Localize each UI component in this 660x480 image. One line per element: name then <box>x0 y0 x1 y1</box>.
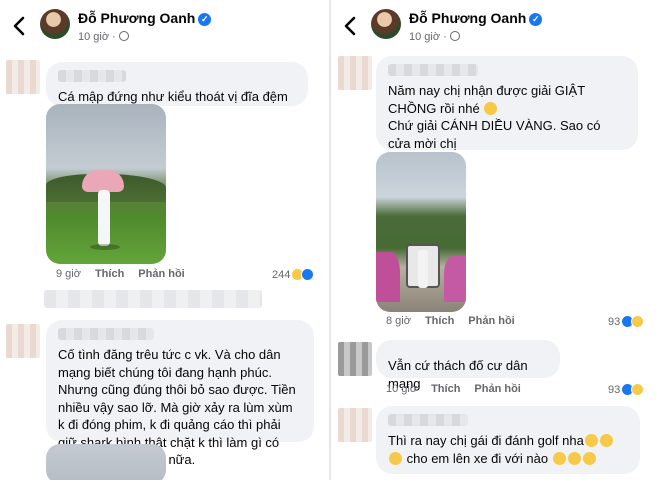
blurred-content <box>44 290 262 308</box>
laughing-emoji-icon <box>599 434 613 447</box>
comment-text: Thì ra nay chị gái đi đánh golf nha cho … <box>388 432 628 467</box>
laughing-emoji-icon <box>582 451 596 465</box>
globe-icon <box>449 31 460 41</box>
commenter-avatar[interactable] <box>338 342 372 376</box>
commenter-avatar[interactable] <box>338 408 372 442</box>
haha-reaction-icon <box>631 315 645 328</box>
post-header: Đỗ Phương Oanh ✓ 10 giờ · <box>0 0 329 52</box>
comment-meta: 9 giờ Thích Phản hồi <box>56 268 199 280</box>
like-link[interactable]: Thích <box>95 268 124 280</box>
comment-meta: 8 giờ Thích Phản hồi <box>386 315 529 327</box>
commenter-name-blurred[interactable] <box>388 414 468 426</box>
reaction-summary[interactable]: 93 <box>608 383 645 396</box>
reaction-count: 93 <box>608 383 621 396</box>
laughing-emoji-icon <box>567 451 581 465</box>
commenter-avatar[interactable] <box>6 60 40 94</box>
reaction-count: 93 <box>608 315 621 328</box>
comment-text: Năm nay chị nhận được giải GIẬT CHỒNG rồ… <box>388 83 585 116</box>
verified-badge-icon: ✓ <box>198 13 212 26</box>
reaction-count: 244 <box>272 268 291 281</box>
commenter-name-blurred[interactable] <box>58 70 126 82</box>
comment-bubble: Cá mập đứng như kiểu thoát vị đĩa đệm ý … <box>46 62 308 122</box>
photo-shadow <box>90 244 120 250</box>
comment-meta: 10 giờ Thích Phản hồi <box>386 383 535 395</box>
comment-bubble: Cố tình đăng trêu tức c vk. Và cho dân m… <box>46 320 314 467</box>
photo-flowers <box>376 252 400 302</box>
photo-umbrella <box>82 170 124 192</box>
like-reaction-icon <box>301 268 315 281</box>
post-time: 10 giờ · <box>78 31 129 43</box>
comment-text-continued: Chứ giải CÁNH DIỀU VÀNG. Sao có cửa mời … <box>388 118 601 151</box>
reply-link[interactable]: Phản hồi <box>474 383 520 395</box>
photo-person <box>98 190 110 246</box>
author-avatar[interactable] <box>40 9 70 39</box>
back-chevron-icon[interactable] <box>341 14 361 38</box>
back-chevron-icon[interactable] <box>10 14 30 38</box>
photo-person <box>418 250 428 288</box>
laughing-emoji-icon <box>584 434 598 447</box>
comment-time: 9 giờ <box>56 268 81 280</box>
post-header: Đỗ Phương Oanh ✓ 10 giờ · <box>331 0 660 52</box>
laughing-emoji-icon <box>552 451 566 465</box>
author-name[interactable]: Đỗ Phương Oanh ✓ <box>409 10 543 26</box>
commenter-name-blurred[interactable] <box>388 64 478 76</box>
comment-bubble: Thì ra nay chị gái đi đánh golf nha cho … <box>376 406 640 474</box>
commenter-avatar[interactable] <box>338 56 372 90</box>
commenter-name-blurred[interactable] <box>58 328 154 340</box>
reply-link[interactable]: Phản hồi <box>468 315 514 327</box>
reaction-summary[interactable]: 244 <box>272 268 315 281</box>
reply-link[interactable]: Phản hồi <box>138 268 184 280</box>
haha-reaction-icon <box>631 383 645 396</box>
commenter-avatar[interactable] <box>6 324 40 358</box>
photo-flowers <box>444 256 466 302</box>
like-link[interactable]: Thích <box>425 315 454 327</box>
like-link[interactable]: Thích <box>431 383 460 395</box>
comment-photo[interactable] <box>46 444 166 480</box>
reaction-summary[interactable]: 93 <box>608 315 645 328</box>
post-time: 10 giờ · <box>409 31 460 43</box>
author-name[interactable]: Đỗ Phương Oanh ✓ <box>78 10 212 26</box>
left-screenshot-panel: Đỗ Phương Oanh ✓ 10 giờ · Cá mập đứng như… <box>0 0 329 480</box>
comment-bubble: Vẫn cứ thách đố cư dân mạng <box>376 340 560 391</box>
author-avatar[interactable] <box>371 9 401 39</box>
comment-photo[interactable] <box>376 152 466 312</box>
comment-time: 8 giờ <box>386 315 411 327</box>
laughing-emoji-icon <box>389 451 402 465</box>
comment-bubble: Năm nay chị nhận được giải GIẬT CHỒNG rồ… <box>376 56 638 151</box>
globe-icon <box>118 31 129 41</box>
comment-time: 10 giờ <box>386 383 418 395</box>
laughing-emoji-icon <box>484 101 498 115</box>
verified-badge-icon: ✓ <box>529 13 543 26</box>
comment-photo[interactable] <box>46 104 166 264</box>
